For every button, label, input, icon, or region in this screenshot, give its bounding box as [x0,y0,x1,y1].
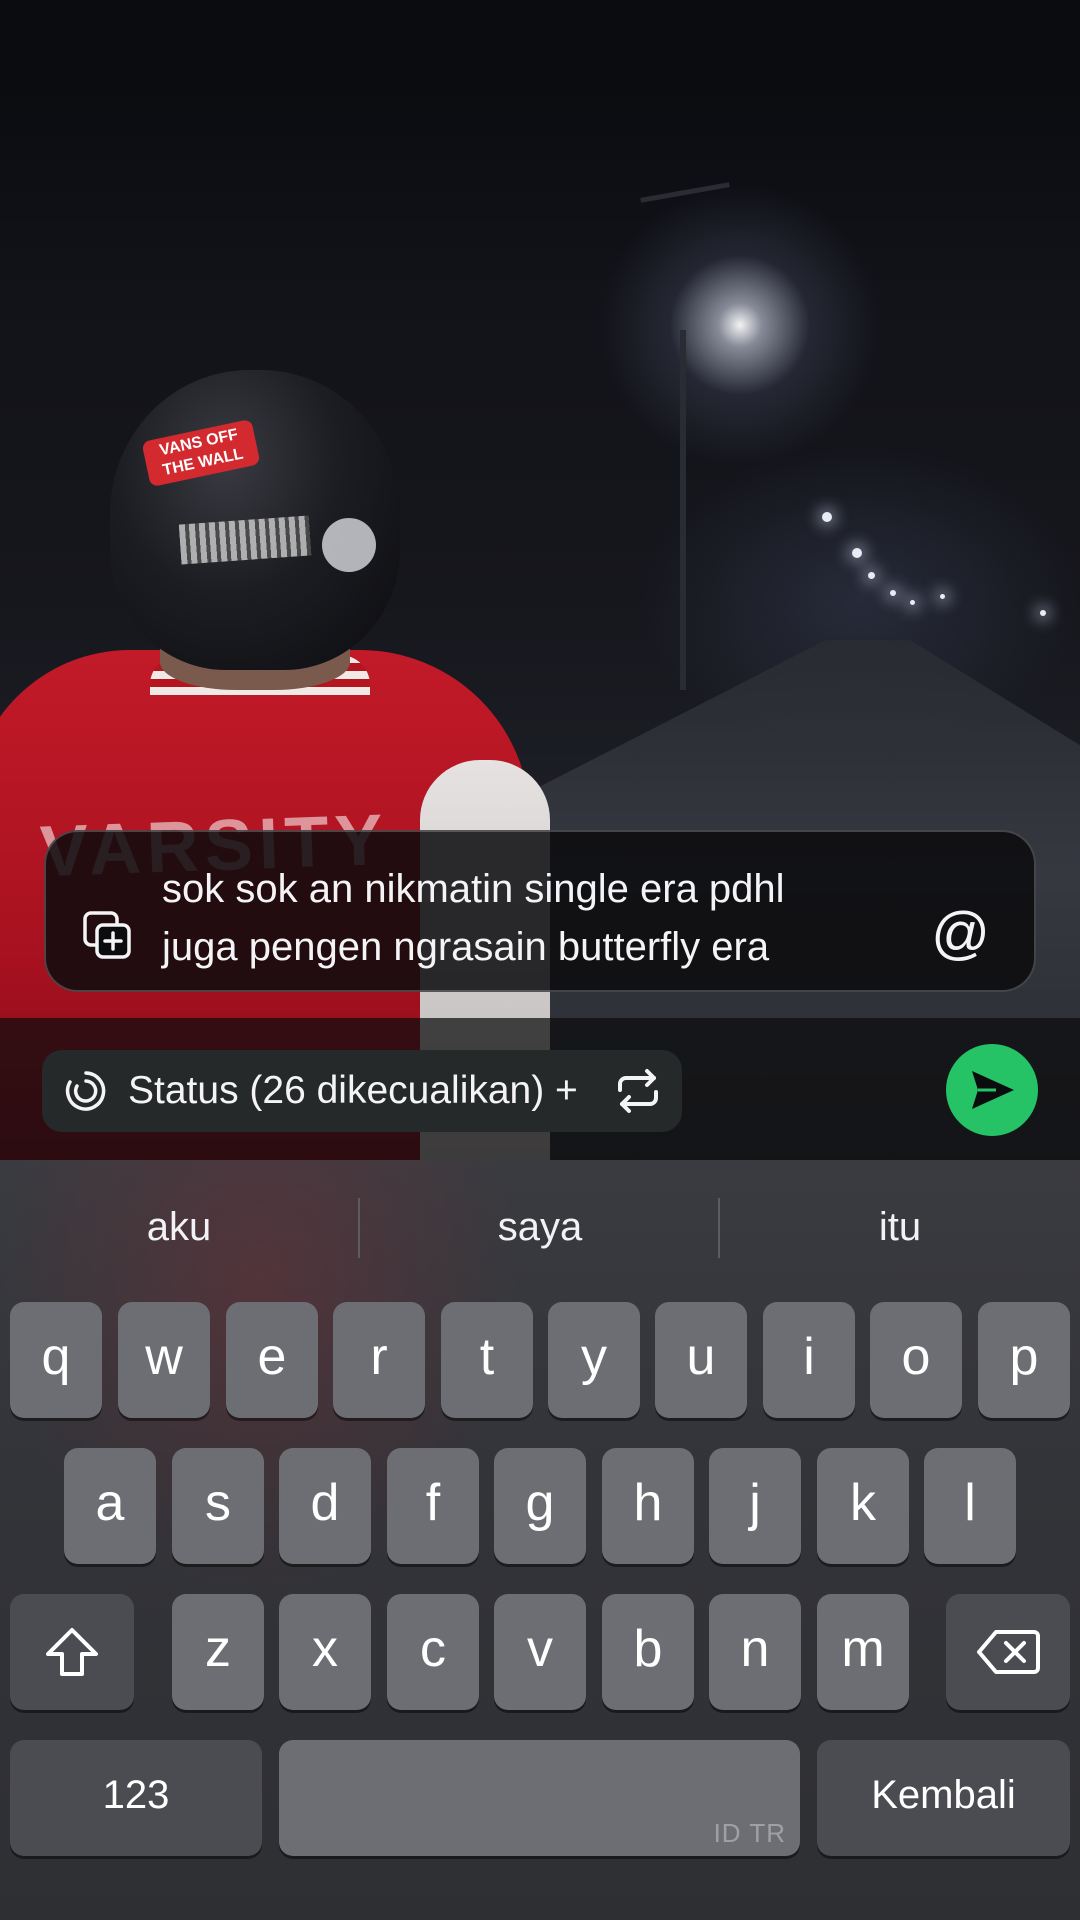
caption-text[interactable]: sok sok an nikmatin single era pdhl juga… [162,860,882,976]
key-x[interactable]: x [279,1594,371,1710]
key-i[interactable]: i [763,1302,855,1418]
lamp-arm [640,182,730,203]
lamp-pole [680,330,686,690]
key-e[interactable]: e [226,1302,318,1418]
caption-line-2: juga pengen ngrasain butterfly era [162,925,770,969]
suggestion-3[interactable]: itu [721,1182,1079,1272]
key-r[interactable]: r [333,1302,425,1418]
shift-icon [46,1628,98,1676]
send-bar: Status (26 dikecualikan) + [0,1018,1080,1160]
key-t[interactable]: t [441,1302,533,1418]
key-n[interactable]: n [709,1594,801,1710]
key-v[interactable]: v [494,1594,586,1710]
key-w[interactable]: w [118,1302,210,1418]
key-q[interactable]: q [10,1302,102,1418]
audience-label: Status (26 dikecualikan) + [128,1069,578,1112]
key-l[interactable]: l [924,1448,1016,1564]
key-z[interactable]: z [172,1594,264,1710]
key-m[interactable]: m [817,1594,909,1710]
key-j[interactable]: j [709,1448,801,1564]
key-o[interactable]: o [870,1302,962,1418]
audience-selector[interactable]: Status (26 dikecualikan) + [42,1050,682,1132]
return-key[interactable]: Kembali [817,1740,1070,1856]
key-y[interactable]: y [548,1302,640,1418]
key-p[interactable]: p [978,1302,1070,1418]
numbers-key[interactable]: 123 [10,1740,262,1856]
status-ring-icon [65,1071,106,1111]
key-f[interactable]: f [387,1448,479,1564]
shift-key[interactable] [10,1594,134,1710]
key-u[interactable]: u [655,1302,747,1418]
key-b[interactable]: b [602,1594,694,1710]
suggestion-2[interactable]: saya [361,1182,719,1272]
suggestion-divider [358,1198,360,1258]
add-media-icon[interactable] [82,910,134,962]
send-arrow-icon [972,1071,1014,1109]
keyboard: aku saya itu q w e r t y u i o p a s d f… [0,1160,1080,1920]
key-d[interactable]: d [279,1448,371,1564]
caption-input[interactable]: sok sok an nikmatin single era pdhl juga… [44,830,1036,992]
key-a[interactable]: a [64,1448,156,1564]
send-button[interactable] [946,1044,1038,1136]
key-c[interactable]: c [387,1594,479,1710]
repeat-icon [618,1069,658,1113]
caption-line-1: sok sok an nikmatin single era pdhl [162,867,785,911]
keyboard-watermark: ID TR [713,1818,786,1848]
suggestion-divider [718,1198,720,1258]
suggestion-1[interactable]: aku [0,1182,358,1272]
backspace-icon [977,1630,1040,1674]
key-k[interactable]: k [817,1448,909,1564]
key-g[interactable]: g [494,1448,586,1564]
key-h[interactable]: h [602,1448,694,1564]
key-s[interactable]: s [172,1448,264,1564]
backspace-key[interactable] [946,1594,1070,1710]
space-key[interactable]: ID TR [279,1740,800,1856]
mention-icon[interactable]: @ [931,904,990,964]
